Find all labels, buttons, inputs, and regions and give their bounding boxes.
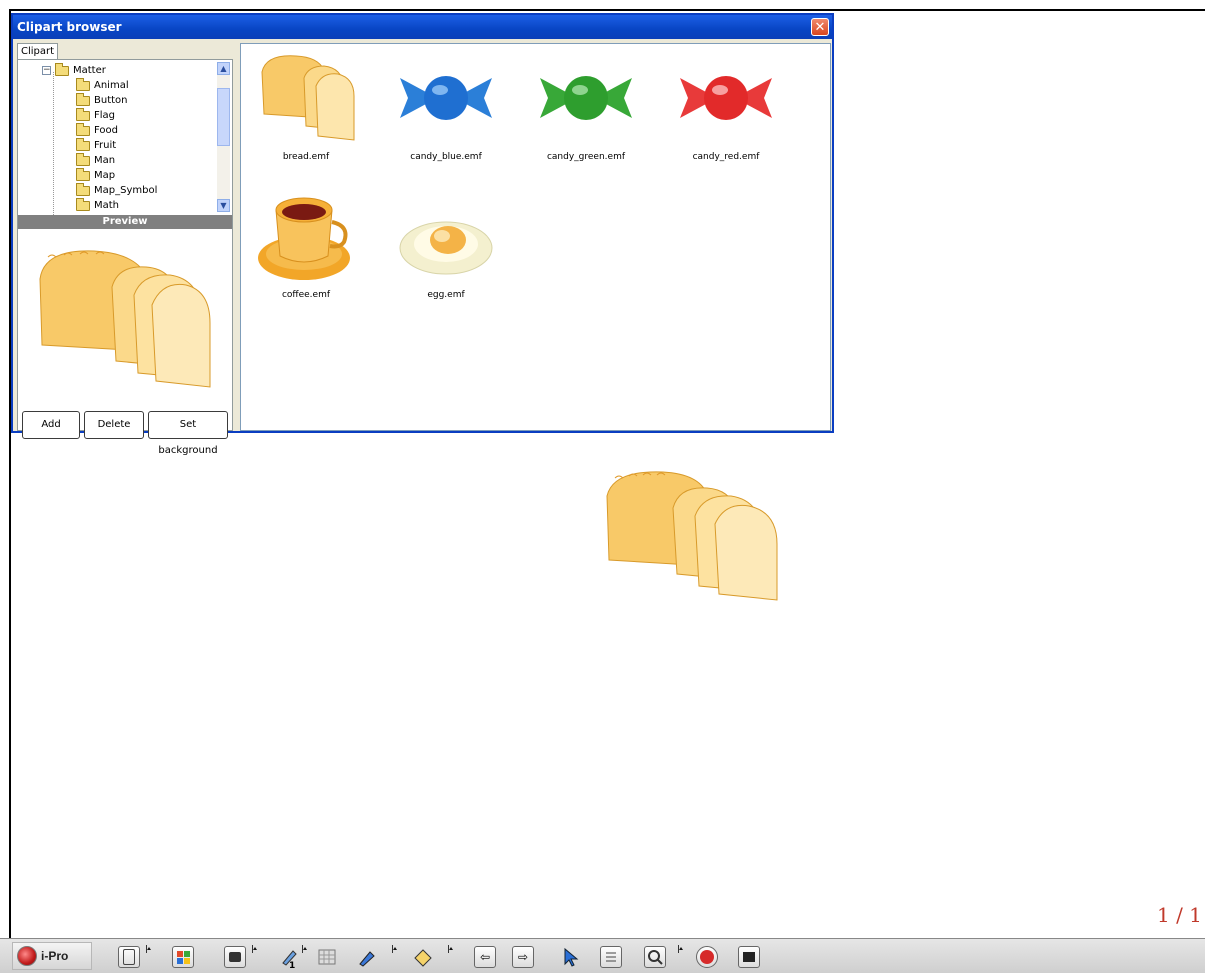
folder-icon <box>76 182 90 196</box>
tab-clipart[interactable]: Clipart <box>17 43 58 60</box>
tree-scrollbar[interactable]: ▲ ▼ <box>217 62 230 212</box>
bottom-toolbar: i-Pro 1 ⇦ ⇨ <box>0 938 1205 973</box>
file-label: egg.emf <box>427 290 465 300</box>
tree-item-label: Flag <box>94 110 116 121</box>
page-indicator: 1 / 1 <box>1157 903 1202 927</box>
canvas-bread-clipart[interactable] <box>603 466 783 606</box>
page-icon[interactable] <box>118 946 140 968</box>
pen-number: 1 <box>289 961 296 971</box>
next-page-icon[interactable]: ⇨ <box>512 946 534 968</box>
folder-icon <box>76 167 90 181</box>
candy-red-image <box>680 76 772 120</box>
collapse-icon[interactable]: − <box>42 66 51 75</box>
dialog-title: Clipart browser <box>17 20 122 34</box>
highlighter-icon[interactable] <box>356 946 378 968</box>
file-label: candy_red.emf <box>692 152 760 162</box>
list-icon[interactable] <box>600 946 622 968</box>
stop-icon[interactable] <box>738 946 760 968</box>
file-label: bread.emf <box>282 152 330 162</box>
folder-icon <box>76 137 90 151</box>
dropdown-arrow-icon[interactable] <box>678 945 683 953</box>
scroll-up-icon[interactable]: ▲ <box>217 62 230 75</box>
tree-item-label: Map_Symbol <box>94 185 158 196</box>
tree-item-label: Fruit <box>94 140 117 151</box>
delete-button[interactable]: Delete <box>84 411 144 439</box>
folder-icon <box>76 77 90 91</box>
dialog-titlebar[interactable]: Clipart browser ✕ <box>13 15 832 39</box>
preview-bread-image <box>39 250 211 388</box>
clipart-tile-bread[interactable]: bread.emf <box>241 48 371 168</box>
grid-icon[interactable] <box>316 946 338 968</box>
tree-item-label: Food <box>94 125 118 136</box>
eraser-all-icon[interactable] <box>412 946 434 968</box>
file-label: candy_blue.emf <box>410 152 482 162</box>
add-button[interactable]: Add <box>22 411 80 439</box>
tree-item-man[interactable]: Man <box>76 152 116 168</box>
dropdown-arrow-icon[interactable] <box>448 945 453 953</box>
clipart-tile-candy-red[interactable]: candy_red.emf <box>661 48 791 168</box>
tree-item-animal[interactable]: Animal <box>76 77 129 93</box>
tree-item-flag[interactable]: Flag <box>76 107 116 123</box>
ipro-menu-button[interactable]: i-Pro <box>12 942 92 970</box>
select-pointer-icon[interactable] <box>560 946 582 968</box>
folder-icon <box>76 92 90 106</box>
dropdown-arrow-icon[interactable] <box>252 945 257 953</box>
set-background-button[interactable]: Set background <box>148 411 228 456</box>
folder-icon <box>76 122 90 136</box>
tree-item-label: Animal <box>94 80 129 91</box>
dropdown-arrow-icon[interactable] <box>146 945 151 953</box>
dropdown-arrow-icon[interactable] <box>302 945 307 953</box>
folder-icon <box>55 62 69 76</box>
clipart-tile-candy-blue[interactable]: candy_blue.emf <box>381 48 511 168</box>
canvas-border-top <box>10 9 1205 11</box>
clipart-tile-egg[interactable]: egg.emf <box>381 186 511 306</box>
camera-icon[interactable] <box>224 946 246 968</box>
tree-item-label: Math <box>94 200 120 211</box>
tree-item-label: Map <box>94 170 116 181</box>
zoom-icon[interactable] <box>644 946 666 968</box>
category-tree[interactable]: − Matter Animal Button Flag Food Fruit M… <box>20 62 216 215</box>
close-button[interactable]: ✕ <box>811 18 829 36</box>
tree-item-label: Button <box>94 95 128 106</box>
left-panel: − Matter Animal Button Flag Food Fruit M… <box>17 59 233 456</box>
windows-icon[interactable] <box>172 946 194 968</box>
clipart-grid: bread.emf candy_blue.emf candy_green.emf <box>240 43 831 431</box>
tree-item-button[interactable]: Button <box>76 92 128 108</box>
preview-area <box>18 229 232 404</box>
dropdown-arrow-icon[interactable] <box>392 945 397 953</box>
scroll-down-icon[interactable]: ▼ <box>217 199 230 212</box>
folder-icon <box>76 197 90 211</box>
candy-blue-image <box>400 76 492 120</box>
tree-item-food[interactable]: Food <box>76 122 118 138</box>
tree-item-label: Man <box>94 155 116 166</box>
tree-item-label: Matter <box>73 65 106 76</box>
ipro-logo-icon <box>17 946 37 966</box>
tree-item-map[interactable]: Map <box>76 167 116 183</box>
ipro-label: i-Pro <box>41 949 69 963</box>
candy-green-image <box>540 76 632 120</box>
tree-guide-line <box>53 72 55 215</box>
record-icon[interactable] <box>696 946 718 968</box>
tree-item-math[interactable]: Math <box>76 197 120 213</box>
coffee-image <box>258 197 350 280</box>
preview-header: Preview <box>18 215 232 229</box>
file-label: coffee.emf <box>281 290 331 300</box>
clipart-tile-candy-green[interactable]: candy_green.emf <box>521 48 651 168</box>
scroll-thumb[interactable] <box>217 88 230 146</box>
tree-item-matter[interactable]: − Matter <box>42 62 106 78</box>
tree-item-map-symbol[interactable]: Map_Symbol <box>76 182 158 198</box>
file-label: candy_green.emf <box>546 152 626 162</box>
previous-page-icon[interactable]: ⇦ <box>474 946 496 968</box>
tree-item-fruit[interactable]: Fruit <box>76 137 117 153</box>
bread-image <box>261 55 355 141</box>
clipart-browser-dialog: Clipart browser ✕ Clipart − Matter Anima… <box>11 13 834 456</box>
clipart-tile-coffee[interactable]: coffee.emf <box>241 186 371 306</box>
folder-icon <box>76 107 90 121</box>
egg-image <box>399 221 493 275</box>
folder-icon <box>76 152 90 166</box>
